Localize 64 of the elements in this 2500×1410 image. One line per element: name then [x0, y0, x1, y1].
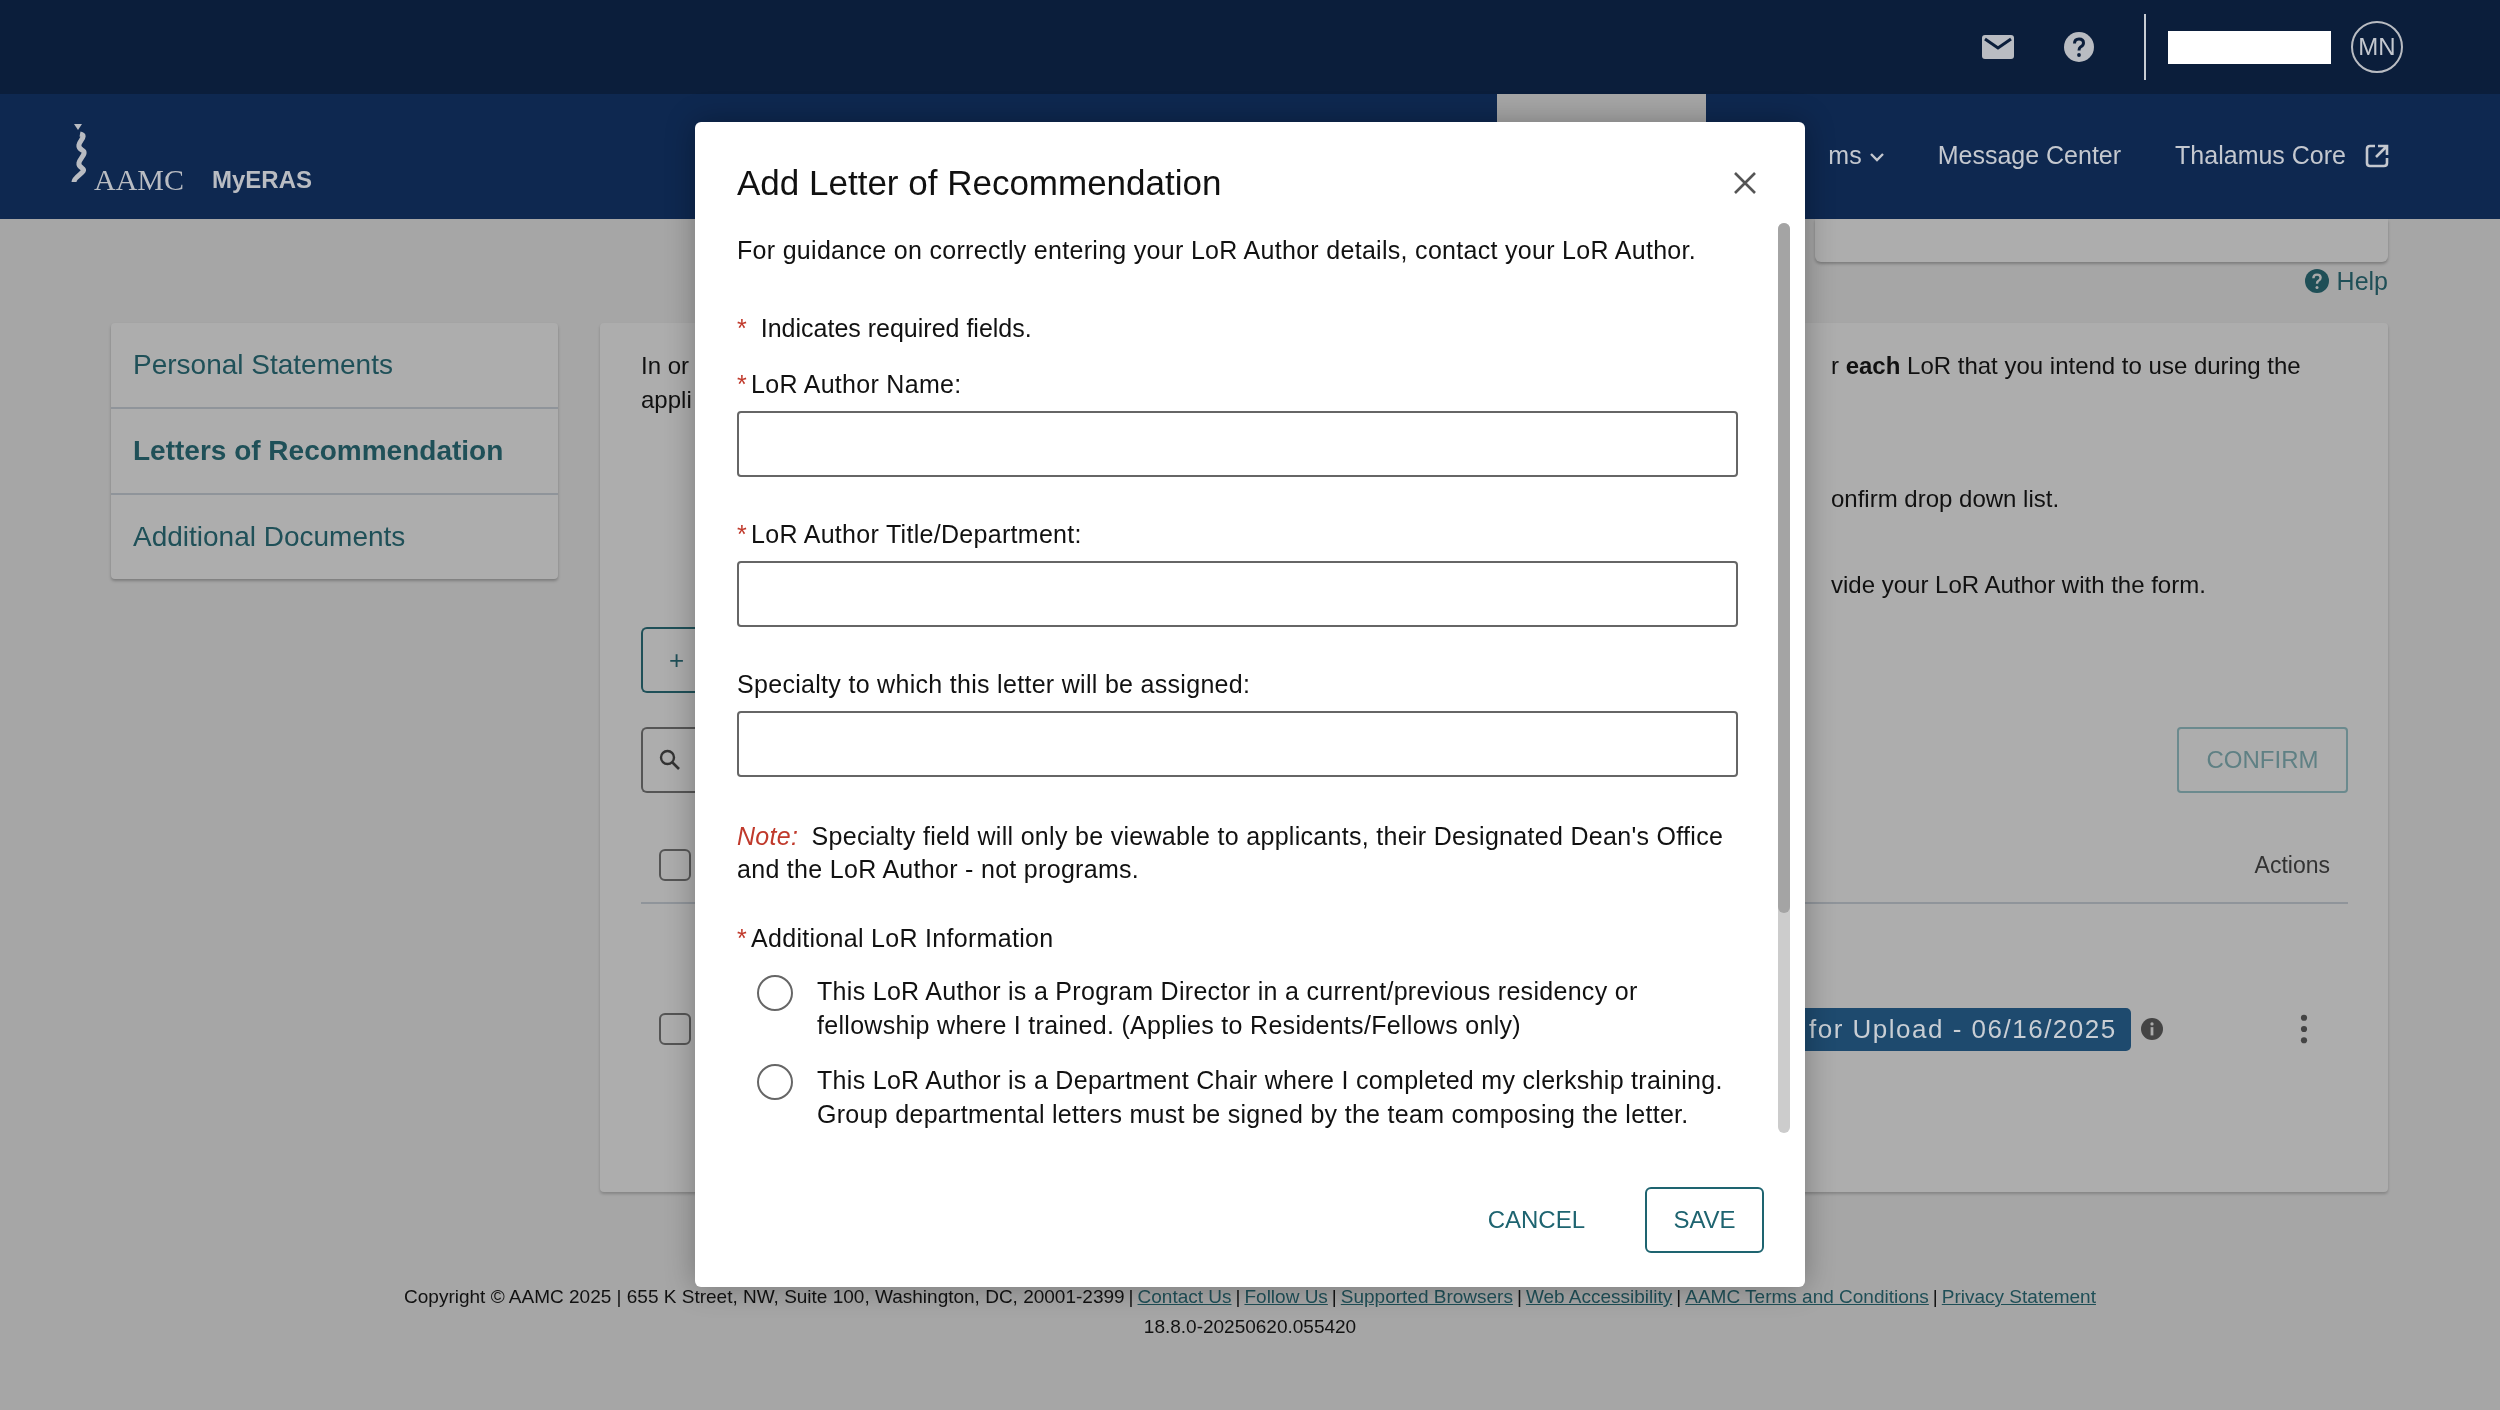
instruction-text: vide your LoR Author with the form.	[1831, 570, 2206, 600]
save-button[interactable]: SAVE	[1645, 1187, 1764, 1253]
more-options-icon[interactable]	[2300, 1014, 2308, 1044]
sidebar-item[interactable]: Letters of Recommendation	[111, 409, 558, 495]
required-mark: *	[737, 924, 748, 953]
intro-text: r each LoR that you intend to use during the	[1831, 351, 2301, 381]
separator-text: |	[1128, 1286, 1134, 1307]
footer-link[interactable]: AAMC Terms and Conditions	[1685, 1286, 1929, 1307]
search-icon	[659, 749, 681, 771]
brand-logo-text: AAMC	[94, 162, 184, 197]
separator-text: |	[1235, 1286, 1241, 1307]
sidebar-item[interactable]: Additional Documents	[111, 495, 558, 579]
caret-icon	[1869, 153, 1884, 162]
footer-link[interactable]: Follow Us	[1244, 1286, 1328, 1307]
separator-text: |	[1676, 1286, 1682, 1307]
footer-link[interactable]: Privacy Statement	[1941, 1286, 2096, 1307]
dialog-title: Add Letter of Recommendation	[737, 163, 1222, 203]
radio-button[interactable]	[757, 1064, 793, 1100]
column-header: Actions	[2254, 851, 2330, 879]
input-field[interactable]	[737, 711, 1738, 777]
input-field[interactable]	[737, 561, 1738, 627]
mail-icon[interactable]	[1982, 35, 2014, 59]
guidance-text: For guidance on correctly entering your LoR Author details, contact your LoR Author.	[737, 236, 1698, 265]
intro-text: In or	[641, 351, 691, 381]
version-text: 18.8.0-20250620.055420	[1142, 1316, 1358, 1338]
copyright-text: Copyright © AAMC 2025 | 655 K Street, NW, Suite 100, Washington, DC, 20001-2399	[404, 1286, 1125, 1307]
select-all-checkbox[interactable]	[659, 849, 691, 881]
info-icon[interactable]	[2140, 1018, 2163, 1040]
note-text: Note: Specialty field will only be viewable to applicants, their Designated Dean's Office and the LoR Author - not programs.	[737, 821, 1725, 885]
input-field[interactable]	[737, 411, 1738, 477]
radio-button[interactable]	[757, 975, 793, 1011]
required-mark: *	[737, 370, 748, 399]
footer-link[interactable]: Supported Browsers	[1340, 1286, 1513, 1307]
required-mark: *	[737, 314, 747, 343]
sidebar-item[interactable]: Personal Statements	[111, 323, 558, 409]
intro-text: appli	[641, 385, 693, 415]
help-icon[interactable]	[2304, 269, 2329, 293]
nav-link[interactable]: Thalamus Core	[2175, 141, 2346, 170]
separator-text: |	[1331, 1286, 1337, 1307]
separator-text: |	[1932, 1286, 1938, 1307]
close-icon[interactable]	[1733, 171, 1757, 195]
option-label: This LoR Author is a Department Chair where I completed my clerkship training. Group departmental letters must be signed by the team composing the letter.	[817, 1065, 1724, 1130]
separator-text: |	[1516, 1286, 1522, 1307]
field-label: LoR Author Title/Department:	[751, 520, 1082, 549]
instruction-text: onfirm drop down list.	[1831, 484, 2060, 514]
footer-link[interactable]: Web Accessibility	[1525, 1286, 1673, 1307]
field-label: Specialty to which this letter will be assigned:	[737, 670, 1251, 699]
required-note: Indicates required fields.	[760, 314, 1032, 343]
scrollbar-thumb[interactable]	[1778, 223, 1790, 913]
external-link-icon	[2364, 142, 2390, 169]
required-mark: *	[737, 520, 748, 549]
nav-link[interactable]: Message Center	[1937, 141, 2122, 170]
row-checkbox[interactable]	[659, 1013, 691, 1045]
nav-link[interactable]: ms	[1828, 141, 1862, 170]
field-label: LoR Author Name:	[751, 370, 962, 399]
cancel-button[interactable]: CANCEL	[1481, 1205, 1591, 1235]
help-icon[interactable]	[2064, 32, 2094, 62]
option-label: This LoR Author is a Program Director in a current/previous residency or fellowship where I trained. (Applies to Residents/Fellows only)	[817, 976, 1639, 1041]
status-badge: for Upload - 06/16/2025	[1805, 1007, 2131, 1051]
footer-link[interactable]: Contact Us	[1137, 1286, 1232, 1307]
app-name[interactable]: MyERAS	[212, 165, 313, 194]
help-link[interactable]: Help	[2336, 266, 2388, 296]
user-avatar[interactable]: MN	[2351, 21, 2403, 73]
field-label: Additional LoR Information	[751, 924, 1054, 953]
